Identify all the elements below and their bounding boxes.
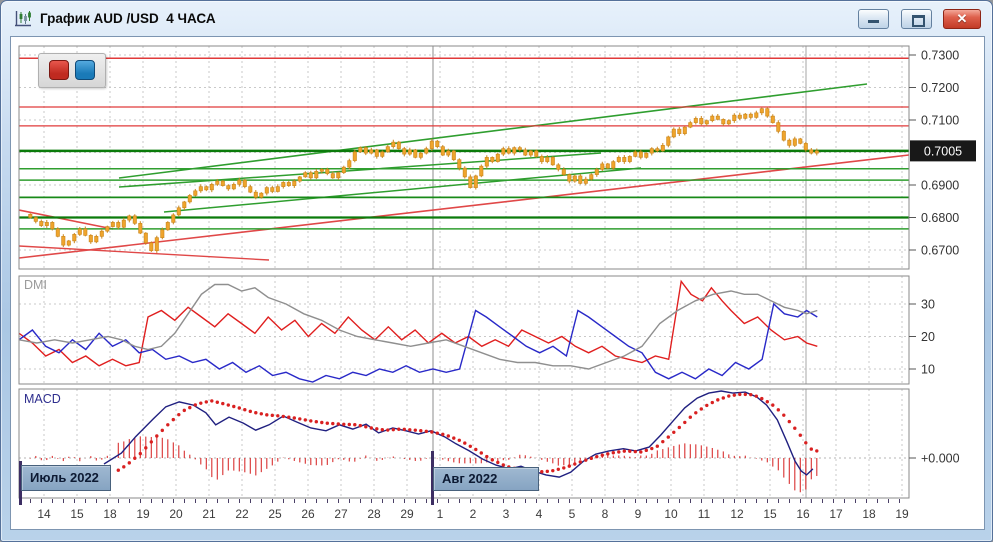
close-button[interactable]: ✕ — [943, 9, 981, 29]
day-label: 19 — [895, 507, 909, 521]
chart-mini-toolbar — [38, 53, 106, 88]
day-label: 20 — [169, 507, 183, 521]
day-label: 5 — [569, 507, 576, 521]
day-label: 17 — [829, 507, 843, 521]
day-label: 16 — [796, 507, 810, 521]
day-label: 29 — [400, 507, 414, 521]
macd-zero-label: +0.000 — [921, 452, 960, 466]
window-title: График AUD /USD 4 ЧАСА — [40, 2, 216, 35]
day-label: 2 — [470, 507, 477, 521]
dmi-axis-label: 20 — [921, 330, 935, 344]
day-label: 18 — [862, 507, 876, 521]
chart-icon — [14, 10, 32, 28]
day-label: 12 — [730, 507, 744, 521]
macd-panel-label: MACD — [24, 392, 61, 406]
minimize-button[interactable] — [858, 9, 889, 29]
restore-icon — [912, 15, 925, 27]
month-label-july: Июль 2022 — [21, 465, 111, 491]
price-axis-label: 0.6800 — [921, 211, 959, 225]
chart-canvas[interactable]: 0.73000.72000.71000.69000.68000.67003020… — [11, 37, 984, 529]
day-label: 14 — [37, 507, 51, 521]
minimize-icon — [868, 20, 879, 23]
day-label: 27 — [334, 507, 348, 521]
current-price-value: 0.7005 — [924, 144, 962, 158]
day-label: 22 — [235, 507, 249, 521]
price-axis-labels: 0.7300 0.7200 0.7100 0.6900 0.6800 0.6700 30 20… — [909, 49, 960, 466]
main-panel[interactable] — [19, 46, 909, 269]
price-axis-label: 0.6900 — [921, 179, 959, 193]
price-axis-label: 0.7300 — [921, 49, 959, 63]
day-label: 1 — [437, 507, 444, 521]
day-label: 21 — [202, 507, 216, 521]
day-label: 15 — [70, 507, 84, 521]
day-label: 9 — [635, 507, 642, 521]
day-label: 18 — [103, 507, 117, 521]
price-axis-label: 0.7200 — [921, 81, 959, 95]
app-window: График AUD /USD 4 ЧАСА ✕ 0.73000.72000.7… — [0, 0, 993, 542]
day-label: 8 — [602, 507, 609, 521]
chart-client-area: 0.73000.72000.71000.69000.68000.67003020… — [11, 37, 984, 529]
dmi-panel[interactable] — [19, 276, 909, 384]
price-axis-label: 0.6700 — [921, 244, 959, 258]
current-price-tag: 0.7005 — [910, 140, 976, 161]
day-label: 26 — [301, 507, 315, 521]
day-label: 15 — [763, 507, 777, 521]
day-label: 11 — [698, 507, 711, 521]
day-label: 19 — [136, 507, 150, 521]
maximize-button[interactable] — [901, 9, 932, 29]
day-label: 28 — [367, 507, 381, 521]
day-label: 25 — [268, 507, 282, 521]
price-axis-label: 0.7100 — [921, 114, 959, 128]
dmi-axis-label: 30 — [921, 298, 935, 312]
blue-marker-button[interactable] — [75, 60, 95, 80]
day-label: 10 — [664, 507, 678, 521]
time-axis-labels: 1415181920212225262728291234589101112151… — [20, 499, 909, 521]
day-label: 3 — [503, 507, 510, 521]
titlebar[interactable]: График AUD /USD 4 ЧАСА ✕ — [2, 2, 991, 36]
month-label-aug: Авг 2022 — [433, 467, 539, 491]
dmi-panel-label: DMI — [24, 278, 47, 292]
dmi-axis-label: 10 — [921, 363, 935, 377]
day-label: 4 — [536, 507, 543, 521]
red-marker-button[interactable] — [49, 60, 69, 80]
